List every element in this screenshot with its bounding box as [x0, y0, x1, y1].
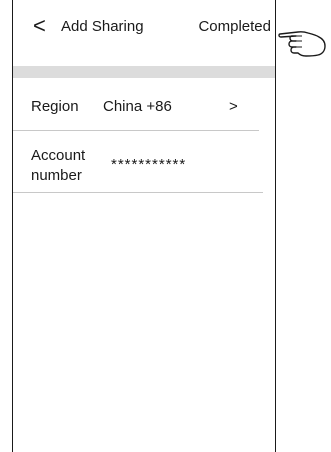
region-value[interactable]: China +86	[103, 98, 172, 116]
header-bar: < Add Sharing Completed	[13, 0, 275, 60]
page-title: Add Sharing	[61, 18, 144, 35]
account-number-label: Account number	[31, 147, 86, 184]
back-button[interactable]: <	[33, 14, 46, 38]
pointing-hand-icon	[278, 31, 326, 57]
region-row[interactable]: Region China +86 >	[13, 88, 259, 131]
account-number-field[interactable]: ***********	[111, 156, 186, 174]
chevron-right-icon[interactable]: >	[229, 98, 238, 116]
section-separator	[13, 66, 275, 78]
completed-button[interactable]: Completed	[198, 18, 271, 36]
account-row: Account number ***********	[13, 130, 263, 193]
region-label: Region	[31, 98, 79, 115]
phone-screen: < Add Sharing Completed Region China +86…	[12, 0, 276, 452]
